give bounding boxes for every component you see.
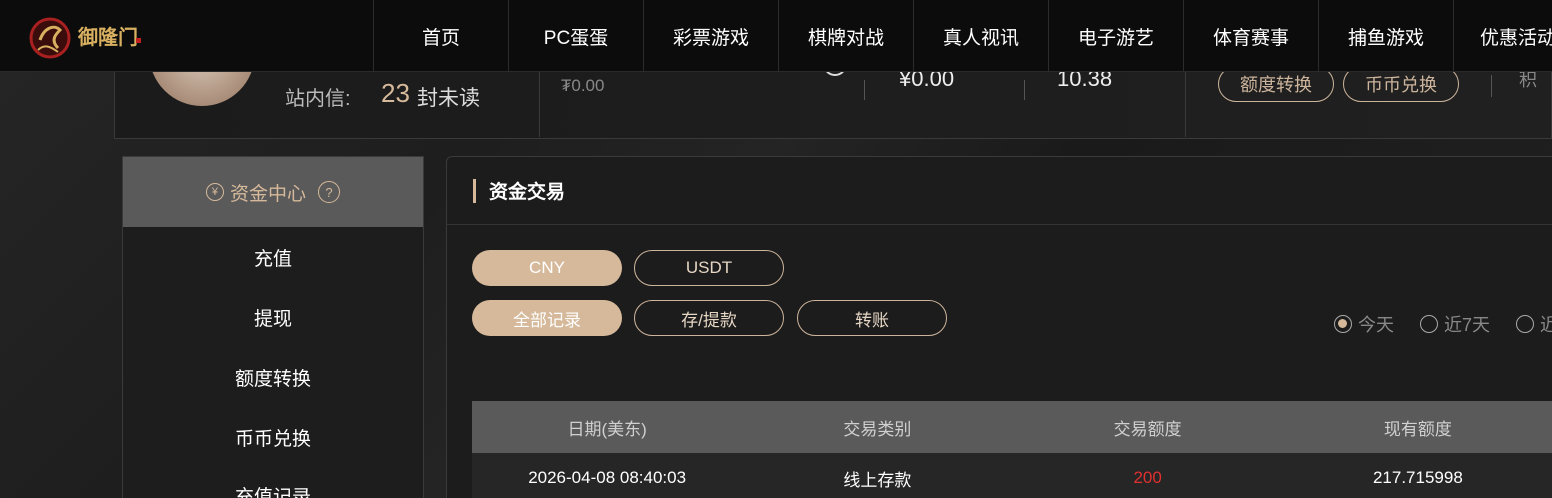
sidebar-item-withdraw[interactable]: 提现 <box>123 287 423 347</box>
nav-lottery[interactable]: 彩票游戏 <box>643 0 778 72</box>
cell-amount: 200 <box>1133 468 1162 487</box>
nav-home[interactable]: 首页 <box>373 0 508 72</box>
nav-live-casino[interactable]: 真人视讯 <box>913 0 1048 72</box>
range-more-radio[interactable]: 近 <box>1516 311 1552 337</box>
nav-slots[interactable]: 电子游艺 <box>1048 0 1183 72</box>
balance-usdt: ₮0.00 <box>561 76 605 95</box>
filter-transfer-button[interactable]: 转账 <box>797 300 947 336</box>
radio-selected-icon <box>1334 315 1352 333</box>
sidebar-header: ¥ 资金中心 ? <box>123 157 423 227</box>
range-7days-radio[interactable]: 近7天 <box>1420 311 1490 337</box>
range-today-radio[interactable]: 今天 <box>1334 311 1394 337</box>
currency-cny-button[interactable]: CNY <box>472 250 622 286</box>
cell-balance: 217.715998 <box>1372 468 1463 487</box>
divider <box>864 80 865 100</box>
column-balance: 现有额度 <box>1383 419 1452 439</box>
table-row: 2026-04-08 08:40:03 线上存款 200 217.715998 <box>472 453 1552 498</box>
message-unread-label: 封未读 <box>417 87 480 110</box>
message-label: 站内信: <box>285 88 351 110</box>
panel-title: 资金交易 <box>489 182 566 203</box>
table-header: 日期(美东) 交易类别 交易额度 现有额度 <box>472 401 1552 453</box>
yen-icon: ¥ <box>205 183 224 201</box>
divider <box>1491 75 1492 97</box>
column-type: 交易类别 <box>843 419 912 439</box>
cell-type: 线上存款 <box>843 470 912 490</box>
nav-fishing[interactable]: 捕鱼游戏 <box>1318 0 1453 72</box>
filter-deposit-withdraw-button[interactable]: 存/提款 <box>634 300 784 336</box>
help-icon[interactable]: ? <box>318 181 340 203</box>
sidebar-title: 资金中心 <box>229 183 306 205</box>
nav-promotions[interactable]: 优惠活动 <box>1453 0 1552 72</box>
filter-all-records-button[interactable]: 全部记录 <box>472 300 622 336</box>
range-7days-label: 近7天 <box>1444 315 1491 335</box>
funds-transactions-panel: 资金交易 CNY USDT 全部记录 存/提款 转账 今天 近7天 近 日期(美… <box>446 156 1552 498</box>
main-menu: 首页 PC蛋蛋 彩票游戏 棋牌对战 真人视讯 电子游艺 体育赛事 捕鱼游戏 优惠… <box>373 0 1552 72</box>
logo-text: 御隆门 <box>77 25 138 49</box>
nav-chess-cards[interactable]: 棋牌对战 <box>778 0 913 72</box>
column-date: 日期(美东) <box>567 419 647 439</box>
nav-sports[interactable]: 体育赛事 <box>1183 0 1318 72</box>
title-accent-bar <box>473 178 476 203</box>
cell-date: 2026-04-08 08:40:03 <box>528 468 687 487</box>
column-amount: 交易额度 <box>1113 419 1182 439</box>
message-count[interactable]: 23 <box>381 78 410 109</box>
funds-sidebar: ¥ 资金中心 ? 充值 提现 额度转换 币币兑换 充值记录 <box>122 156 424 498</box>
sidebar-item-currency-exchange[interactable]: 币币兑换 <box>123 407 423 467</box>
divider <box>1024 80 1025 100</box>
range-today-label: 今天 <box>1358 315 1394 335</box>
currency-usdt-button[interactable]: USDT <box>634 250 784 286</box>
top-nav: 御隆门 首页 PC蛋蛋 彩票游戏 棋牌对战 真人视讯 电子游艺 体育赛事 捕鱼游… <box>0 0 1552 72</box>
sidebar-item-deposit-records[interactable]: 充值记录 <box>123 467 423 498</box>
site-logo[interactable]: 御隆门 <box>28 10 148 62</box>
panel-header: 资金交易 <box>447 157 1552 225</box>
radio-icon <box>1516 315 1534 333</box>
radio-icon <box>1420 315 1438 333</box>
sidebar-item-deposit[interactable]: 充值 <box>123 227 423 287</box>
nav-pc-egg[interactable]: PC蛋蛋 <box>508 0 643 72</box>
sidebar-item-quota-transfer[interactable]: 额度转换 <box>123 347 423 407</box>
range-more-label: 近 <box>1540 315 1552 335</box>
